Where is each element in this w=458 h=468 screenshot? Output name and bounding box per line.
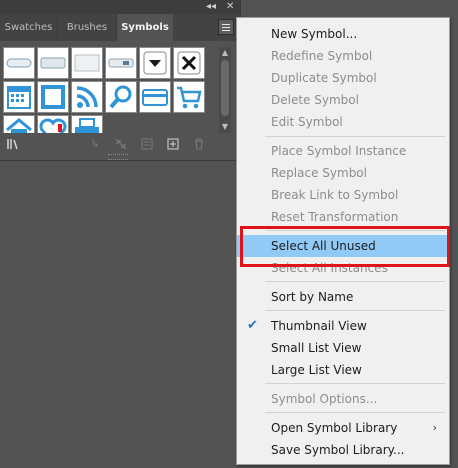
button-slider-icon xyxy=(108,58,134,68)
annotation-highlight-box xyxy=(240,226,450,267)
symbol-options-icon[interactable] xyxy=(140,137,154,151)
menu-separator xyxy=(265,383,445,384)
symbols-panel: ◂◂ ✕ Swatches Brushes Symbols ▲ ▼ ↳ xyxy=(0,0,241,161)
grid-scrollbar-thumb[interactable] xyxy=(221,60,229,116)
symbol-heart[interactable] xyxy=(37,115,69,133)
menu-separator xyxy=(265,281,445,282)
close-panel-icon[interactable]: ✕ xyxy=(226,1,234,13)
tab-swatches[interactable]: Swatches xyxy=(0,14,58,41)
checkmark-icon: ✔ xyxy=(247,318,258,333)
symbol-libraries-icon[interactable] xyxy=(6,137,20,151)
calendar-icon xyxy=(7,86,31,109)
menu-item-redefine-symbol[interactable]: Redefine Symbol xyxy=(237,45,449,67)
menu-item-large-list-view[interactable]: Large List View xyxy=(237,359,449,381)
symbol-button-flat[interactable] xyxy=(71,47,103,79)
symbol-rss-feed[interactable] xyxy=(71,81,103,113)
heart-icon xyxy=(39,118,67,133)
menu-item-place-symbol-instance[interactable]: Place Symbol Instance xyxy=(237,140,449,162)
symbol-magnifier[interactable] xyxy=(105,81,137,113)
button-flat-icon xyxy=(74,54,100,72)
symbol-dropdown-arrow[interactable] xyxy=(139,47,171,79)
panel-resize-grip[interactable] xyxy=(108,154,128,160)
button-gradient-icon xyxy=(40,57,66,69)
menu-item-new-symbol[interactable]: New Symbol... xyxy=(237,23,449,45)
panel-tabbar: Swatches Brushes Symbols xyxy=(0,14,240,41)
printer-icon xyxy=(75,118,99,133)
rss-feed-icon xyxy=(76,86,98,108)
menu-item-save-symbol-library[interactable]: Save Symbol Library... xyxy=(237,439,449,461)
menu-item-delete-symbol[interactable]: Delete Symbol xyxy=(237,89,449,111)
delete-symbol-icon[interactable] xyxy=(192,137,206,151)
symbol-home[interactable] xyxy=(3,115,35,133)
dropdown-arrow-icon xyxy=(143,51,167,75)
symbol-printer[interactable] xyxy=(71,115,103,133)
new-symbol-icon[interactable] xyxy=(166,137,180,151)
symbol-close-x[interactable] xyxy=(173,47,205,79)
film-frame-icon xyxy=(41,85,65,109)
symbol-calendar[interactable] xyxy=(3,81,35,113)
menu-item-replace-symbol[interactable]: Replace Symbol xyxy=(237,162,449,184)
symbol-button-rounded[interactable] xyxy=(3,47,35,79)
menu-separator xyxy=(265,412,445,413)
menu-separator xyxy=(265,136,445,137)
button-rounded-icon xyxy=(6,58,32,68)
panel-title-bar: ◂◂ ✕ xyxy=(0,0,240,14)
shopping-cart-icon xyxy=(177,86,202,109)
menu-separator xyxy=(265,310,445,311)
magnifier-icon xyxy=(109,85,132,109)
menu-item-edit-symbol[interactable]: Edit Symbol xyxy=(237,111,449,133)
break-link-icon[interactable] xyxy=(114,137,128,151)
menu-item-label: Open Symbol Library xyxy=(271,421,398,435)
submenu-arrow-icon: › xyxy=(432,421,437,434)
menu-item-small-list-view[interactable]: Small List View xyxy=(237,337,449,359)
tab-symbols[interactable]: Symbols xyxy=(117,14,173,41)
menu-item-label: Thumbnail View xyxy=(271,319,367,333)
collapse-panel-icon[interactable]: ◂◂ xyxy=(206,1,216,13)
credit-card-icon xyxy=(142,89,168,106)
menu-item-sort-by-name[interactable]: Sort by Name xyxy=(237,286,449,308)
tab-brushes[interactable]: Brushes xyxy=(58,14,117,41)
menu-item-open-symbol-library[interactable]: Open Symbol Library › xyxy=(237,417,449,439)
symbol-button-gradient[interactable] xyxy=(37,47,69,79)
symbol-button-slider[interactable] xyxy=(105,47,137,79)
place-instance-icon[interactable]: ↳ xyxy=(88,137,102,151)
symbols-grid xyxy=(3,47,207,133)
menu-item-break-link[interactable]: Break Link to Symbol xyxy=(237,184,449,206)
close-x-icon xyxy=(177,51,201,75)
menu-item-symbol-options[interactable]: Symbol Options... xyxy=(237,388,449,410)
symbol-shopping-cart[interactable] xyxy=(173,81,205,113)
symbol-film-frame[interactable] xyxy=(37,81,69,113)
scroll-up-arrow-icon[interactable]: ▲ xyxy=(219,47,231,59)
panel-menu-button[interactable] xyxy=(218,19,234,35)
symbol-credit-card[interactable] xyxy=(139,81,171,113)
menu-item-reset-transformation[interactable]: Reset Transformation xyxy=(237,206,449,228)
home-icon xyxy=(6,118,32,133)
menu-item-duplicate-symbol[interactable]: Duplicate Symbol xyxy=(237,67,449,89)
menu-item-thumbnail-view[interactable]: ✔ Thumbnail View xyxy=(237,315,449,337)
scroll-down-arrow-icon[interactable]: ▼ xyxy=(219,121,231,133)
panel-bottom-toolbar: ↳ xyxy=(0,134,240,154)
